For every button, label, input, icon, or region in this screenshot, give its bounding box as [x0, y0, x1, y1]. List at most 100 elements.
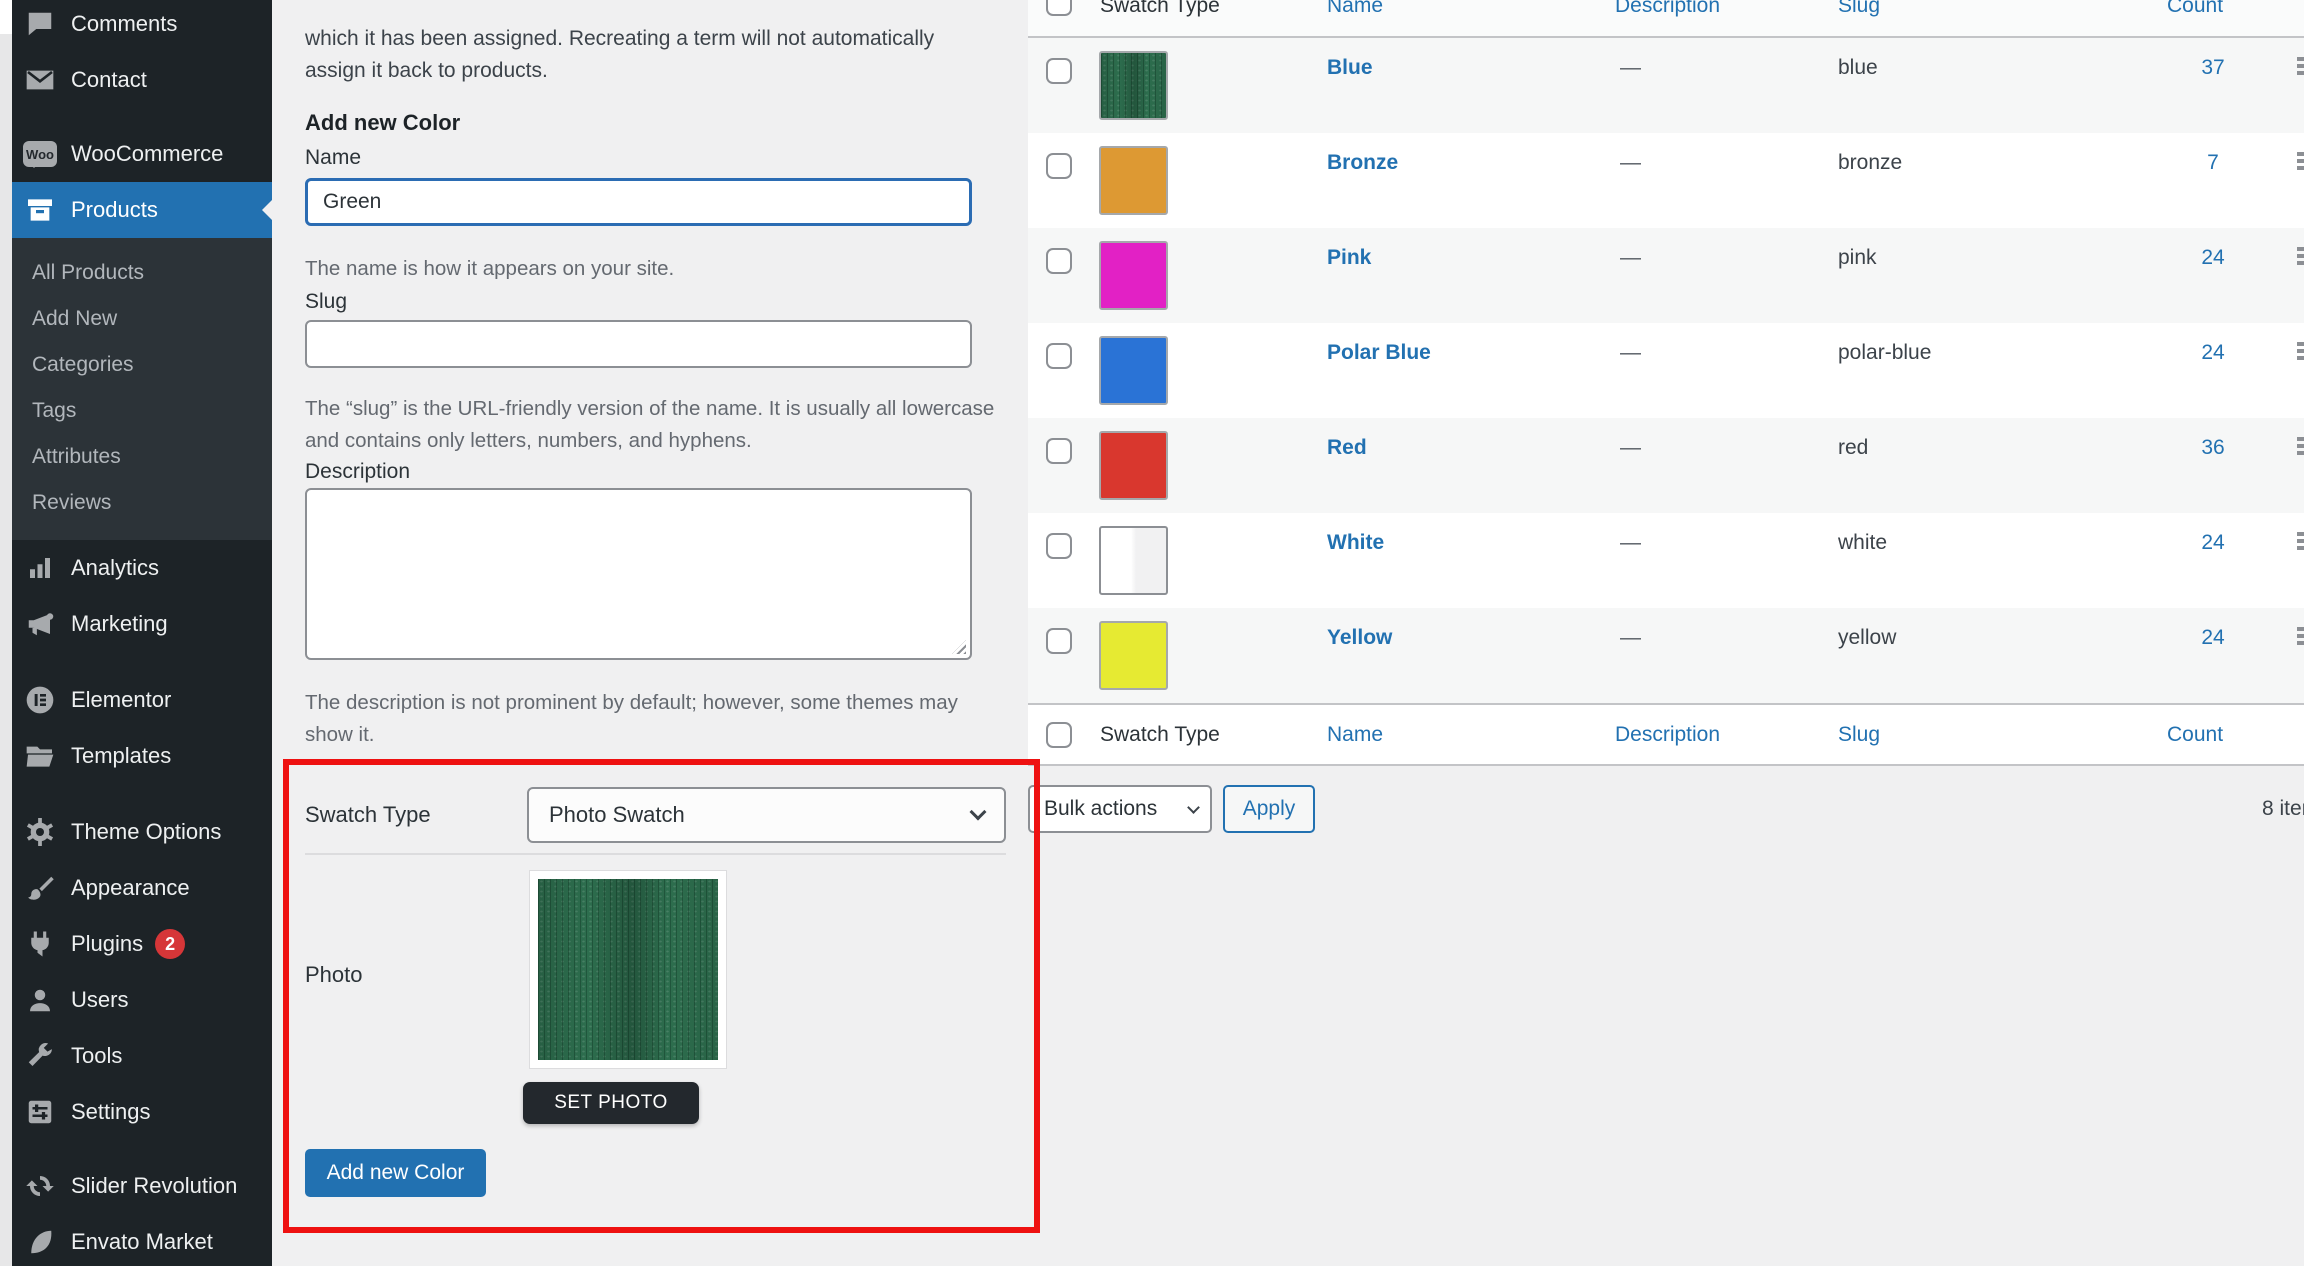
term-count-link[interactable]: 36	[2158, 434, 2268, 462]
term-slug: bronze	[1838, 149, 1902, 177]
row-checkbox[interactable]	[1046, 628, 1072, 654]
photo-preview-image	[538, 879, 718, 1060]
row-checkbox[interactable]	[1046, 438, 1072, 464]
sidebar-item-label: Elementor	[71, 687, 171, 713]
swatch-type-label: Swatch Type	[305, 800, 431, 830]
drag-handle-icon[interactable]	[2297, 627, 2304, 648]
sidebar-item-marketing[interactable]: Marketing	[12, 596, 272, 652]
term-count-link[interactable]: 24	[2158, 624, 2268, 652]
term-name-link[interactable]: Blue	[1327, 54, 1373, 82]
sidebar-item-add-new[interactable]: Add New	[12, 296, 272, 342]
table-row: Polar Blue — polar-blue 24	[1028, 323, 2304, 418]
sliders-icon	[23, 1095, 57, 1129]
row-checkbox[interactable]	[1046, 343, 1072, 369]
column-header-description[interactable]: Description	[1615, 0, 1720, 21]
sidebar-item-users[interactable]: Users	[12, 972, 272, 1028]
drag-handle-icon[interactable]	[2297, 342, 2304, 363]
sidebar-item-attributes[interactable]: Attributes	[12, 434, 272, 480]
sidebar-item-elementor[interactable]: Elementor	[12, 672, 272, 728]
term-count-link[interactable]: 7	[2158, 149, 2268, 177]
column-header-description[interactable]: Description	[1615, 720, 1720, 750]
brush-icon	[23, 871, 57, 905]
photo-label: Photo	[305, 960, 363, 990]
slug-label: Slug	[305, 290, 347, 314]
sidebar-item-woocommerce[interactable]: Woo WooCommerce	[12, 126, 272, 182]
textarea-resize-handle[interactable]	[952, 640, 966, 654]
drag-handle-icon[interactable]	[2297, 57, 2304, 78]
term-description: —	[1620, 434, 1641, 462]
sidebar-item-comments[interactable]: Comments	[12, 0, 272, 48]
leaf-icon	[23, 1225, 57, 1259]
products-icon	[23, 193, 57, 227]
column-header-name[interactable]: Name	[1327, 0, 1383, 21]
slug-helper-text: The “slug” is the URL-friendly version o…	[305, 393, 995, 457]
name-input[interactable]	[305, 178, 972, 226]
select-all-checkbox[interactable]	[1046, 0, 1072, 16]
sidebar-item-appearance[interactable]: Appearance	[12, 860, 272, 916]
sidebar-item-label: Analytics	[71, 555, 159, 581]
sidebar-item-slider-revolution[interactable]: Slider Revolution	[12, 1158, 272, 1214]
sidebar-item-label: Envato Market	[71, 1229, 213, 1255]
term-name-link[interactable]: Pink	[1327, 244, 1371, 272]
row-checkbox[interactable]	[1046, 248, 1072, 274]
gear-icon	[23, 815, 57, 849]
sidebar-item-plugins[interactable]: Plugins 2	[12, 916, 272, 972]
row-checkbox[interactable]	[1046, 58, 1072, 84]
term-slug: red	[1838, 434, 1868, 462]
column-header-count[interactable]: Count	[2167, 0, 2223, 21]
chevron-down-icon	[970, 804, 987, 821]
table-rows: Blue — blue 37 Bronze — bronze 7 Pink —	[1028, 38, 2304, 703]
sidebar-item-products[interactable]: Products	[12, 182, 272, 238]
add-new-color-button[interactable]: Add new Color	[305, 1149, 486, 1197]
slug-input[interactable]	[305, 320, 972, 368]
sidebar-item-tools[interactable]: Tools	[12, 1028, 272, 1084]
sidebar-item-settings[interactable]: Settings	[12, 1084, 272, 1140]
column-header-slug[interactable]: Slug	[1838, 720, 1880, 750]
column-header-slug[interactable]: Slug	[1838, 0, 1880, 21]
term-name-link[interactable]: Polar Blue	[1327, 339, 1431, 367]
swatch-type-select[interactable]: Photo Swatch	[527, 787, 1006, 843]
row-checkbox[interactable]	[1046, 153, 1072, 179]
term-count-link[interactable]: 24	[2158, 244, 2268, 272]
term-count-link[interactable]: 37	[2158, 54, 2268, 82]
term-name-link[interactable]: White	[1327, 529, 1384, 557]
drag-handle-icon[interactable]	[2297, 152, 2304, 173]
swatch-type-selected-value: Photo Swatch	[549, 802, 685, 828]
term-name-link[interactable]: Red	[1327, 434, 1367, 462]
term-count-link[interactable]: 24	[2158, 529, 2268, 557]
color-swatch	[1099, 146, 1168, 215]
term-name-link[interactable]: Yellow	[1327, 624, 1392, 652]
sidebar-item-label: Tools	[71, 1043, 122, 1069]
sidebar-item-templates[interactable]: Templates	[12, 728, 272, 784]
term-name-link[interactable]: Bronze	[1327, 149, 1398, 177]
drag-handle-icon[interactable]	[2297, 247, 2304, 268]
drag-handle-icon[interactable]	[2297, 437, 2304, 458]
sidebar-item-label: Contact	[71, 67, 147, 93]
sidebar-item-theme-options[interactable]: Theme Options	[12, 804, 272, 860]
sidebar-item-envato-market[interactable]: Envato Market	[12, 1214, 272, 1266]
bulk-actions-select[interactable]: Bulk actions	[1028, 785, 1212, 833]
comments-icon	[23, 7, 57, 41]
term-count-link[interactable]: 24	[2158, 339, 2268, 367]
drag-handle-icon[interactable]	[2297, 532, 2304, 553]
column-header-count[interactable]: Count	[2167, 720, 2223, 750]
megaphone-icon	[23, 607, 57, 641]
set-photo-button[interactable]: SET PHOTO	[523, 1082, 699, 1124]
select-all-checkbox[interactable]	[1046, 722, 1072, 748]
analytics-icon	[23, 551, 57, 585]
term-description: —	[1620, 339, 1641, 367]
sidebar-item-all-products[interactable]: All Products	[12, 250, 272, 296]
description-textarea[interactable]	[305, 488, 972, 660]
sidebar-item-tags[interactable]: Tags	[12, 388, 272, 434]
form-heading: Add new Color	[305, 110, 460, 136]
sidebar-item-reviews[interactable]: Reviews	[12, 480, 272, 526]
column-header-name[interactable]: Name	[1327, 720, 1383, 750]
term-description: —	[1620, 624, 1641, 652]
sidebar-item-contact[interactable]: Contact	[12, 52, 272, 108]
row-checkbox[interactable]	[1046, 533, 1072, 559]
sidebar-item-analytics[interactable]: Analytics	[12, 540, 272, 596]
name-helper-text: The name is how it appears on your site.	[305, 253, 995, 285]
sidebar-item-categories[interactable]: Categories	[12, 342, 272, 388]
apply-button[interactable]: Apply	[1223, 785, 1315, 833]
chevron-down-icon	[1187, 801, 1200, 814]
